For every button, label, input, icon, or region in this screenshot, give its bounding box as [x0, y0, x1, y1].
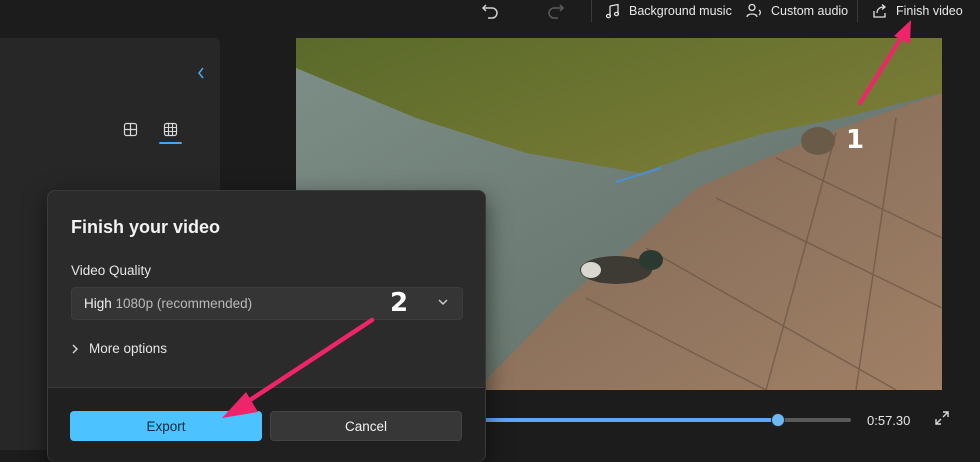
- active-view-indicator: [159, 142, 182, 144]
- more-options-label: More options: [89, 341, 168, 356]
- finish-video-label: Finish video: [896, 4, 963, 18]
- custom-audio-button[interactable]: Custom audio: [746, 0, 848, 22]
- finish-video-button[interactable]: Finish video: [872, 0, 963, 22]
- export-button[interactable]: Export: [70, 411, 262, 441]
- quality-value: High: [84, 296, 112, 311]
- quality-detail: 1080p (recommended): [115, 296, 253, 311]
- large-grid-view-icon[interactable]: [123, 122, 138, 137]
- undo-icon[interactable]: [479, 0, 501, 22]
- redo-icon[interactable]: [545, 0, 567, 22]
- custom-audio-label: Custom audio: [771, 4, 849, 18]
- timeline-scrubber[interactable]: [771, 413, 785, 427]
- fullscreen-icon[interactable]: [934, 410, 950, 426]
- finish-video-dialog: Finish your video Video Quality High 108…: [47, 190, 486, 462]
- cancel-button[interactable]: Cancel: [270, 411, 462, 441]
- chevron-left-icon[interactable]: [196, 66, 206, 80]
- annotation-step-1: 1: [846, 125, 865, 155]
- person-audio-icon: [746, 3, 761, 18]
- annotation-step-2: 2: [390, 288, 409, 318]
- timeline-track[interactable]: [484, 418, 851, 422]
- dialog-footer: Export Cancel: [48, 387, 485, 462]
- top-toolbar: Background music Custom audio Finish vid…: [0, 0, 980, 38]
- background-music-button[interactable]: Background music: [605, 0, 732, 22]
- chevron-down-icon: [438, 299, 448, 305]
- music-note-icon: [605, 3, 620, 19]
- more-options-toggle[interactable]: More options: [71, 341, 167, 356]
- dialog-title: Finish your video: [71, 217, 221, 237]
- current-time: 0:57.30: [867, 413, 911, 428]
- background-music-label: Background music: [629, 4, 732, 18]
- toolbar-divider: [857, 0, 858, 22]
- toolbar-divider: [591, 0, 592, 22]
- timeline-progress: [484, 418, 778, 422]
- share-export-icon: [873, 4, 887, 18]
- video-quality-label: Video Quality: [71, 263, 152, 278]
- chevron-right-icon: [72, 344, 78, 353]
- selected-quality: High 1080p (recommended): [84, 296, 252, 311]
- small-grid-view-icon[interactable]: [163, 122, 178, 137]
